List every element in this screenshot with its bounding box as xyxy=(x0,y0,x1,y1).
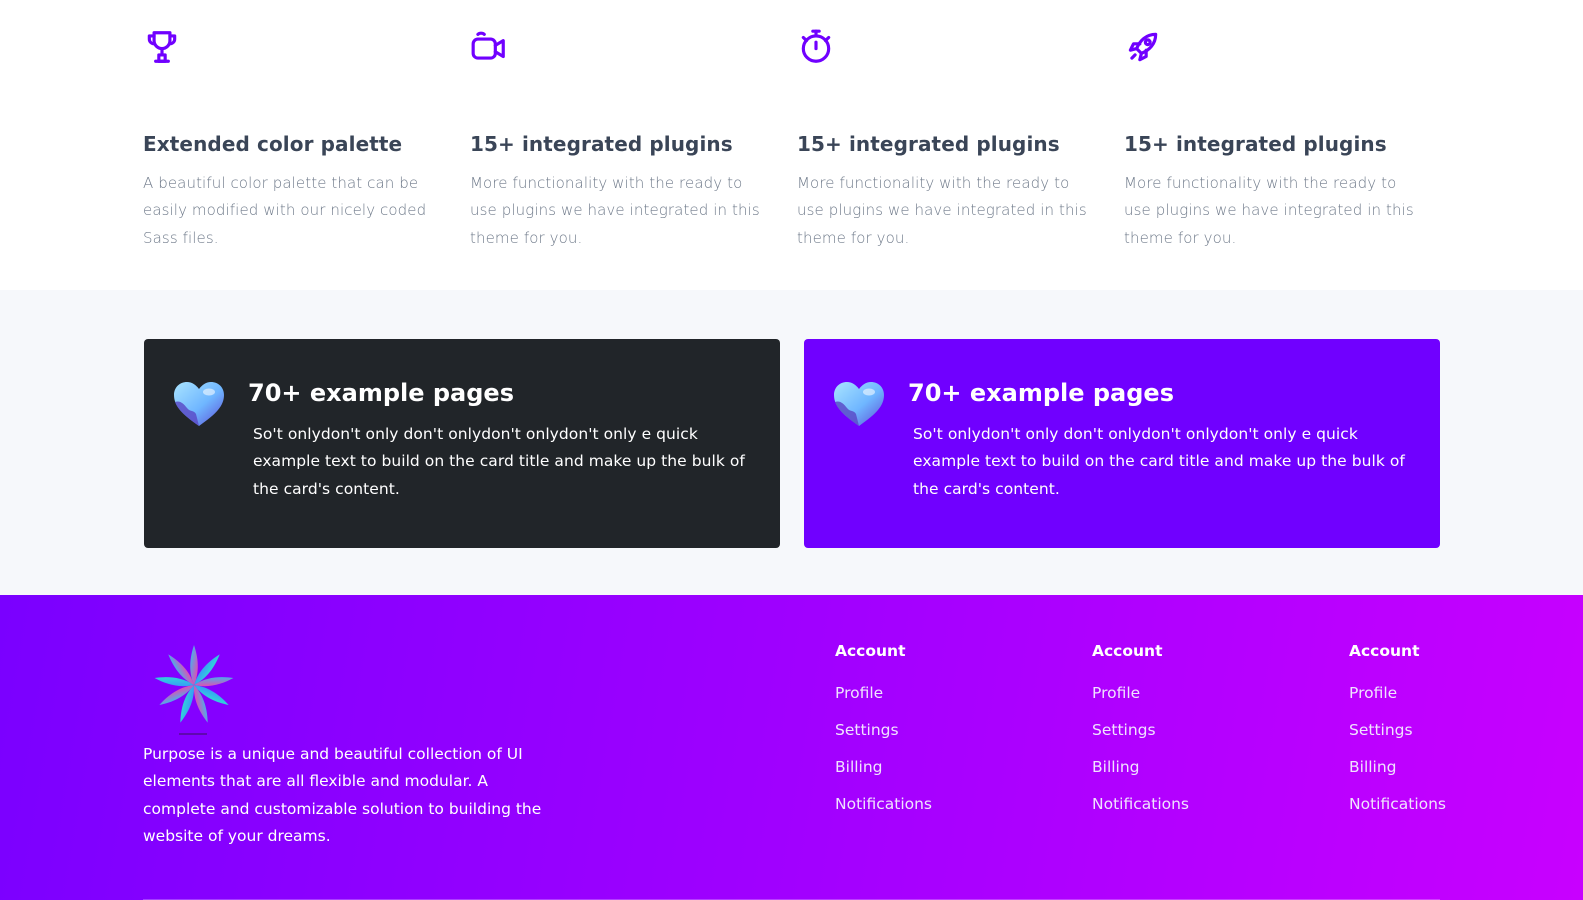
features-section: Extended color palette A beautiful color… xyxy=(0,0,1583,290)
footer-column-heading: Account xyxy=(835,642,906,660)
footer-link-profile[interactable]: Profile xyxy=(1092,683,1189,703)
footer-link-billing[interactable]: Billing xyxy=(1349,757,1446,777)
feature-title: 15+ integrated plugins xyxy=(470,132,733,156)
footer-link-billing[interactable]: Billing xyxy=(835,757,932,777)
card-title: 70+ example pages xyxy=(908,379,1174,407)
feature-card-purple: 70+ example pages So't onlydon't only do… xyxy=(804,339,1440,548)
stopwatch-icon xyxy=(797,28,835,66)
card-text: So't onlydon't only don't onlydon't only… xyxy=(253,425,745,498)
footer-link-profile[interactable]: Profile xyxy=(1349,683,1446,703)
footer-column-heading: Account xyxy=(1092,642,1163,660)
flower-logo-icon[interactable] xyxy=(147,640,241,740)
footer-column: Account Profile Settings Billing Notific… xyxy=(1349,641,1446,831)
feature-item: 15+ integrated plugins More functionalit… xyxy=(1124,28,1424,252)
feature-item: 15+ integrated plugins More functionalit… xyxy=(470,28,770,252)
video-camera-icon xyxy=(470,28,508,66)
footer-link-billing[interactable]: Billing xyxy=(1092,757,1189,777)
heart-icon xyxy=(172,380,226,428)
feature-card-dark: 70+ example pages So't onlydon't only do… xyxy=(144,339,780,548)
footer-link-profile[interactable]: Profile xyxy=(835,683,932,703)
footer-column-heading: Account xyxy=(1349,642,1420,660)
footer-link-notifications[interactable]: Notifications xyxy=(1349,794,1446,814)
feature-text: More functionality with the ready to use… xyxy=(470,174,760,247)
footer-column: Account Profile Settings Billing Notific… xyxy=(1092,641,1189,831)
feature-item: 15+ integrated plugins More functionalit… xyxy=(797,28,1097,252)
footer-column: Account Profile Settings Billing Notific… xyxy=(835,641,932,831)
feature-text: A beautiful color palette that can be ea… xyxy=(143,174,427,247)
footer-link-notifications[interactable]: Notifications xyxy=(835,794,932,814)
cards-section: 70+ example pages So't onlydon't only do… xyxy=(0,290,1583,595)
footer-link-settings[interactable]: Settings xyxy=(1349,720,1446,740)
trophy-icon xyxy=(143,28,181,66)
feature-title: Extended color palette xyxy=(143,132,403,156)
footer-link-settings[interactable]: Settings xyxy=(835,720,932,740)
feature-title: 15+ integrated plugins xyxy=(797,132,1060,156)
footer-link-settings[interactable]: Settings xyxy=(1092,720,1189,740)
rocket-icon xyxy=(1124,28,1162,66)
feature-title: 15+ integrated plugins xyxy=(1124,132,1387,156)
feature-text: More functionality with the ready to use… xyxy=(1124,174,1414,247)
footer: Purpose is a unique and beautiful collec… xyxy=(0,595,1583,900)
card-text: So't onlydon't only don't onlydon't only… xyxy=(913,425,1405,498)
footer-link-notifications[interactable]: Notifications xyxy=(1092,794,1189,814)
feature-item: Extended color palette A beautiful color… xyxy=(143,28,443,252)
feature-text: More functionality with the ready to use… xyxy=(797,174,1087,247)
heart-icon xyxy=(832,380,886,428)
card-title: 70+ example pages xyxy=(248,379,514,407)
footer-description: Purpose is a unique and beautiful collec… xyxy=(143,745,542,845)
